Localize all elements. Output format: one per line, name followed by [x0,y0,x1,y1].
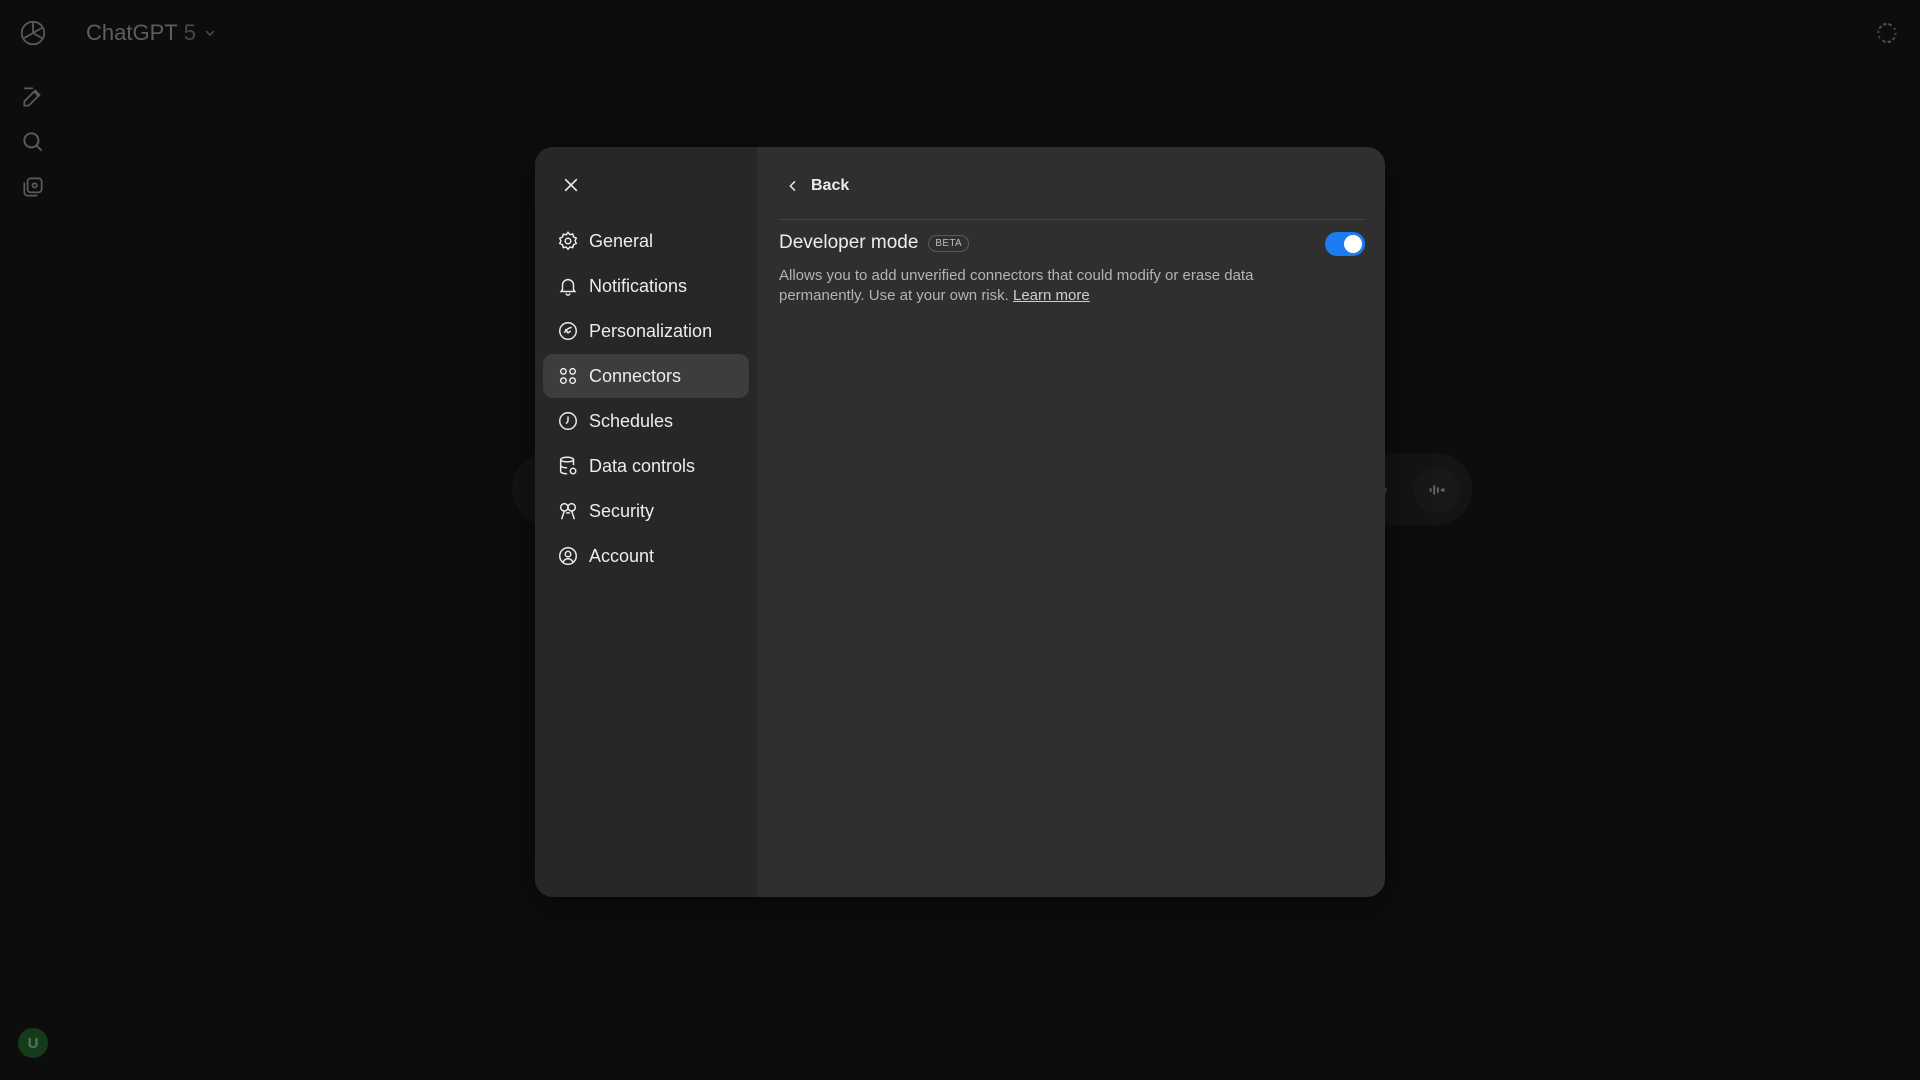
back-label: Back [811,177,850,194]
settings-modal: General Notifications Personalization Co… [535,147,1385,897]
nav-label-general: General [589,230,654,251]
nav-label-personalization: Personalization [589,320,713,341]
database-icon [559,456,577,475]
nav-label-connectors: Connectors [589,365,682,386]
developer-mode-title: Developer mode [779,232,919,253]
nav-label-notifications: Notifications [589,275,688,296]
account-icon [559,547,577,565]
nav-item-general[interactable]: General [543,219,749,263]
developer-mode-title-group: Developer mode BETA [779,230,1279,256]
divider [779,219,1365,220]
developer-mode-description: Allows you to add unverified connectors … [779,266,1279,306]
nav-item-data-controls[interactable]: Data controls [543,444,749,488]
close-icon [564,178,578,192]
settings-content: Back Developer mode BETA Allows you to a… [757,147,1385,897]
nav-item-security[interactable]: Security [543,489,749,533]
developer-mode-row: Developer mode BETA Allows you to add un… [779,230,1365,306]
close-button[interactable] [553,167,589,203]
learn-more-link[interactable]: Learn more [1013,287,1090,304]
toggle-knob [1344,235,1362,253]
chevron-left-icon [789,180,796,192]
developer-mode-toggle[interactable] [1325,232,1365,256]
nav-label-schedules: Schedules [589,410,674,431]
nav-item-personalization[interactable]: Personalization [543,309,749,353]
personalization-icon [559,322,577,340]
nav-label-security: Security [589,500,655,521]
security-icon [559,502,577,520]
beta-badge: BETA [928,234,969,252]
bell-icon [559,278,577,296]
nav-item-schedules[interactable]: Schedules [543,399,749,443]
nav-item-connectors[interactable]: Connectors [543,354,749,398]
nav-label-data-controls: Data controls [589,455,696,476]
clock-icon [559,412,577,430]
connectors-icon [559,367,577,385]
nav-item-notifications[interactable]: Notifications [543,264,749,308]
nav-label-account: Account [589,545,655,566]
nav-item-account[interactable]: Account [543,534,749,578]
back-button[interactable]: Back [779,167,849,205]
gear-icon [558,231,578,251]
settings-sidebar: General Notifications Personalization Co… [535,147,757,897]
